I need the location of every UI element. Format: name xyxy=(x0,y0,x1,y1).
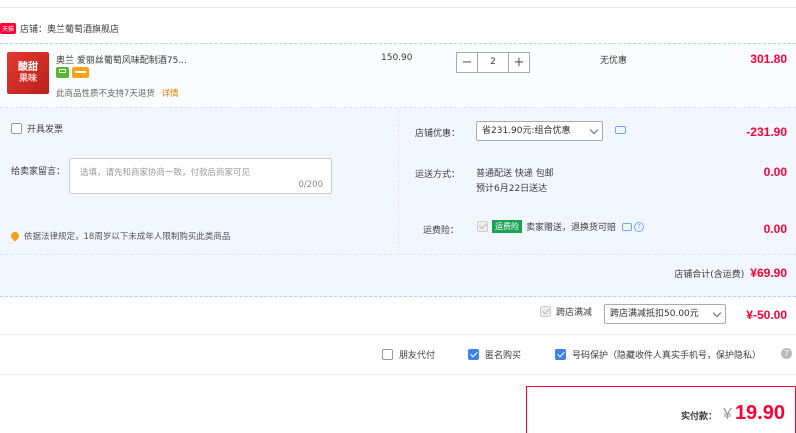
cross-store-selected: 跨店满减抵扣50.00元 xyxy=(610,309,699,319)
anonymous-option[interactable]: 匿名购买 xyxy=(468,348,521,361)
product-thumbnail[interactable]: 酸甜 果味 xyxy=(7,52,49,94)
invoice-label: 开具发票 xyxy=(27,125,64,135)
insurance-label: 运费险： xyxy=(423,226,460,236)
message-placeholder: 选填，请先和商家协商一致，付款后商家可见 xyxy=(80,168,251,178)
quantity-stepper: − 2 + xyxy=(456,52,530,73)
number-protect-label: 号码保护（隐藏收件人真实手机号，保护隐私） xyxy=(572,351,762,361)
shop-discount-select[interactable]: 省231.90元:组合优惠 xyxy=(476,121,603,141)
payment-currency: ¥ xyxy=(723,406,732,423)
shop-discount-amount: -231.90 xyxy=(746,125,787,139)
bottom-divider xyxy=(0,374,796,375)
cross-store-checkbox[interactable] xyxy=(540,306,551,317)
legal-note-text: 依据法律规定，18周岁以下未成年人限制购买此类商品 xyxy=(24,232,231,242)
shop-total-label: 店铺合计(含运费) xyxy=(674,269,745,280)
column-divider xyxy=(398,109,399,254)
number-protect-checkbox[interactable] xyxy=(555,349,566,360)
item-service-icons xyxy=(56,67,89,78)
item-subtotal: 301.80 xyxy=(750,52,787,66)
shop-total-amount: ¥69.90 xyxy=(750,266,787,280)
shop-discount-label: 店铺优惠： xyxy=(415,129,461,139)
cross-store-label: 跨店满减 xyxy=(556,308,593,318)
shop-total-row: 店铺合计(含运费) ¥69.90 xyxy=(674,266,787,280)
anonymous-label: 匿名购买 xyxy=(485,351,522,361)
friend-pay-label: 朋友代付 xyxy=(399,351,436,361)
payment-box: 实付款： ¥ 19.90 xyxy=(526,386,796,433)
friend-pay-option[interactable]: 朋友代付 xyxy=(382,348,435,361)
cross-store-amount: ¥-50.00 xyxy=(746,308,787,322)
card-payment-icon xyxy=(72,67,89,78)
shipping-label: 运送方式： xyxy=(415,170,461,180)
shipping-method: 普通配送 快递 包邮 xyxy=(476,169,554,179)
legal-note-row: 依据法律规定，18周岁以下未成年人限制购买此类商品 xyxy=(9,230,231,242)
options-divider xyxy=(0,334,796,335)
return-note: 此商品性质不支持7天退货 详情 xyxy=(56,87,179,99)
cross-store-select[interactable]: 跨店满减抵扣50.00元 xyxy=(604,304,726,324)
chevron-down-icon xyxy=(589,125,599,135)
quantity-increase-button[interactable]: + xyxy=(508,52,530,73)
item-title[interactable]: 奥兰 爱丽丝葡萄风味配制酒75... xyxy=(56,53,187,66)
friend-pay-checkbox[interactable] xyxy=(382,349,393,360)
insurance-checkbox[interactable] xyxy=(477,221,488,232)
shop-row: 天猫 店铺：奥兰葡萄酒旗舰店 xyxy=(0,20,119,36)
payment-row: 实付款： ¥ 19.90 xyxy=(681,402,785,425)
thumb-text-2: 果味 xyxy=(18,73,37,84)
help-icon[interactable]: ? xyxy=(781,348,792,359)
message-textarea[interactable]: 选填，请先和商家协商一致，付款后商家可见 0/200 xyxy=(69,158,332,194)
quantity-input[interactable]: 2 xyxy=(478,52,508,73)
insurance-chat-icon[interactable] xyxy=(622,222,633,231)
shop-discount-selected: 省231.90元:组合优惠 xyxy=(482,126,571,136)
insurance-row: 运费险 卖家赠送，退换货可赔 ? xyxy=(477,220,645,233)
location-pin-icon xyxy=(9,230,21,242)
invoice-row: 开具发票 xyxy=(11,122,63,135)
invoice-checkbox[interactable] xyxy=(11,123,22,134)
insurance-desc: 卖家赠送，退换货可赔 xyxy=(526,223,617,233)
number-protect-option[interactable]: 号码保护（隐藏收件人真实手机号，保护隐私） xyxy=(555,348,761,361)
cross-store-row: 跨店满减 xyxy=(540,305,592,318)
payment-label: 实付款： xyxy=(681,412,718,422)
return-note-text: 此商品性质不支持7天退货 xyxy=(56,89,155,99)
thumb-text-1: 酸甜 xyxy=(18,61,38,73)
green-service-icon xyxy=(56,67,69,78)
quantity-decrease-button[interactable]: − xyxy=(456,52,478,73)
shop-name-link[interactable]: 店铺：奥兰葡萄酒旗舰店 xyxy=(20,22,119,35)
payment-amount: 19.90 xyxy=(734,402,785,424)
return-details-link[interactable]: 详情 xyxy=(162,89,179,99)
top-header-strip xyxy=(0,0,796,8)
shipping-eta: 预计6月22日送达 xyxy=(476,184,548,194)
message-label: 给卖家留言： xyxy=(11,167,66,177)
shop-total-divider xyxy=(0,254,796,255)
tmall-badge-icon: 天猫 xyxy=(0,22,17,34)
unit-price: 150.90 xyxy=(381,53,413,63)
anonymous-checkbox[interactable] xyxy=(468,349,479,360)
insurance-amount: 0.00 xyxy=(763,222,787,236)
insurance-help-icon[interactable]: ? xyxy=(634,221,645,232)
shipping-amount: 0.00 xyxy=(763,165,787,179)
message-counter: 0/200 xyxy=(298,180,324,190)
insurance-tag: 运费险 xyxy=(492,220,522,233)
item-discount: 无优惠 xyxy=(600,56,628,66)
chevron-down-icon xyxy=(712,308,722,318)
chat-bubble-icon[interactable] xyxy=(615,126,626,134)
